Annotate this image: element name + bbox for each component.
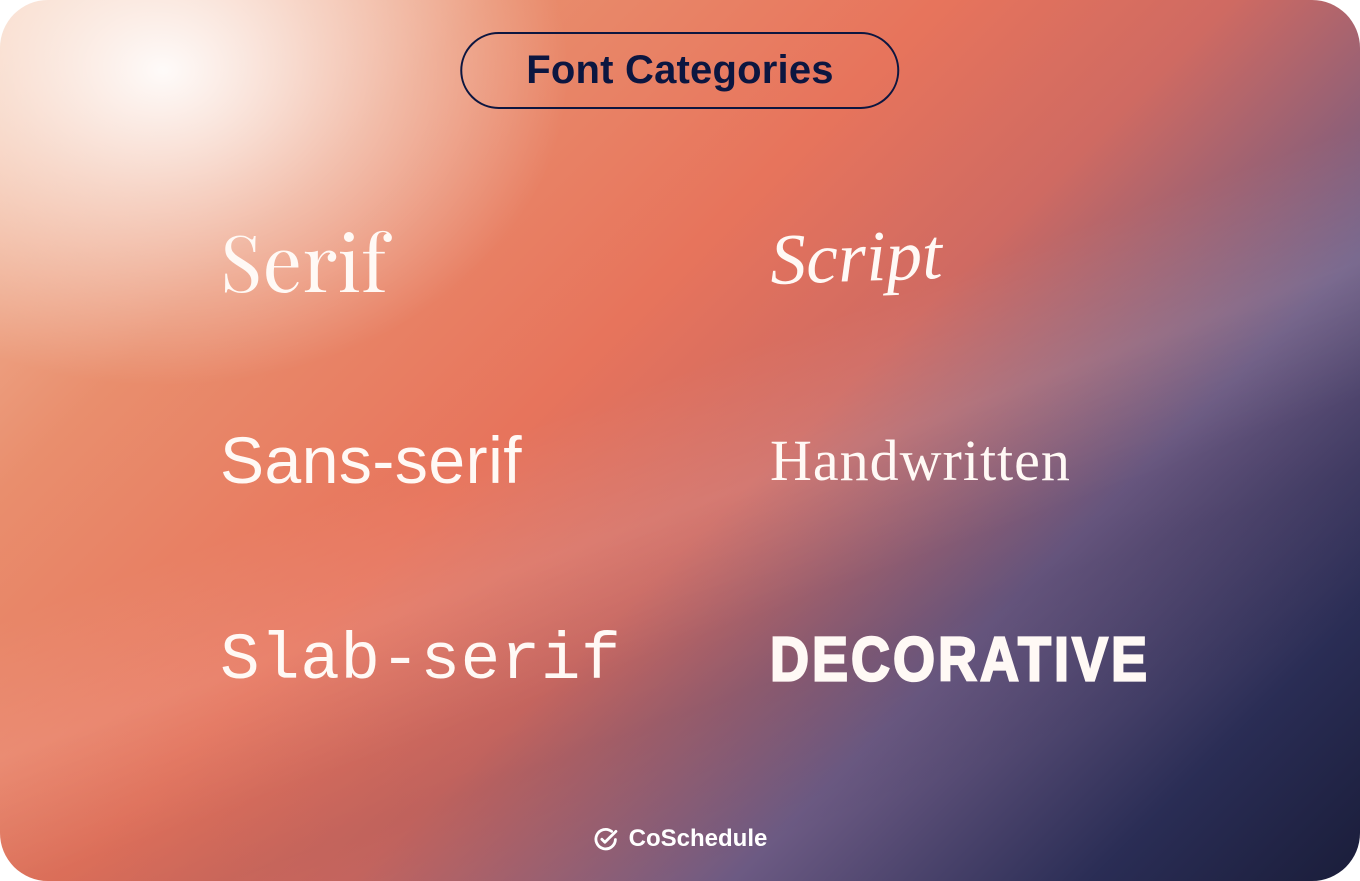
cell-serif: Serif <box>220 200 770 320</box>
footer-brand: CoSchedule <box>593 825 768 853</box>
cell-script: Script <box>770 200 1320 320</box>
cell-hand: Handwritten <box>770 400 1320 520</box>
label-slab: Slab-serif <box>220 623 621 698</box>
cell-sans: Sans-serif <box>220 400 770 520</box>
label-sans: Sans-serif <box>220 422 522 498</box>
brand-name: CoSchedule <box>629 825 768 853</box>
label-script: Script <box>769 213 944 302</box>
label-deco: DECORATIVE <box>770 624 1150 695</box>
label-serif: Serif <box>220 208 388 312</box>
brand-check-icon <box>593 826 619 852</box>
cell-slab: Slab-serif <box>220 600 770 720</box>
title-pill: Font Categories <box>460 32 899 109</box>
label-hand: Handwritten <box>770 427 1071 494</box>
card: Font Categories Serif Script Sans-serif … <box>0 0 1360 881</box>
cell-deco: DECORATIVE <box>770 600 1320 720</box>
font-category-grid: Serif Script Sans-serif Handwritten Slab… <box>0 200 1360 720</box>
page-title: Font Categories <box>526 48 833 92</box>
